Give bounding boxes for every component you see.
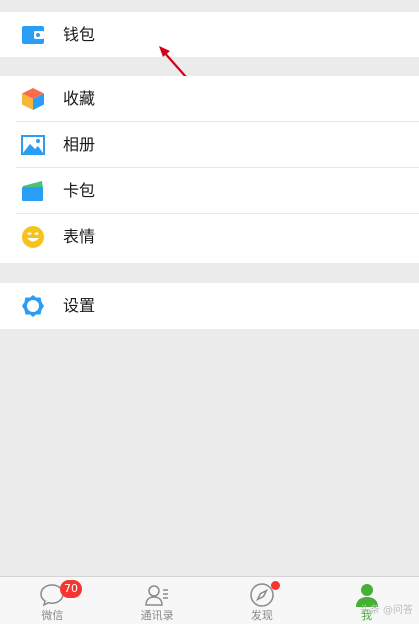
menu-item-settings[interactable]: 设置 — [0, 283, 419, 329]
tab-contacts-label: 通讯录 — [140, 609, 174, 622]
menu-item-stickers[interactable]: 表情 — [0, 214, 419, 260]
menu-item-album-label: 相册 — [63, 135, 96, 154]
discover-notification-dot — [271, 581, 280, 590]
menu-item-settings-label: 设置 — [63, 296, 96, 315]
card-icon — [21, 179, 45, 203]
tab-chats[interactable]: 微信 — [0, 577, 105, 624]
wallet-group: 钱包 — [0, 12, 419, 57]
contacts-icon — [144, 582, 170, 608]
features-group: 收藏 相册 卡包 表情 — [0, 76, 419, 263]
tab-chats-label: 微信 — [41, 609, 64, 622]
menu-item-album[interactable]: 相册 — [0, 122, 419, 168]
bottom-tab-bar: 微信 通讯录 发现 我 70 头条 @问答 — [0, 576, 419, 624]
gear-icon — [21, 294, 45, 318]
menu-item-favorites[interactable]: 收藏 — [0, 76, 419, 122]
menu-item-favorites-label: 收藏 — [63, 89, 96, 108]
menu-item-stickers-label: 表情 — [63, 227, 96, 246]
tab-discover-label: 发现 — [250, 609, 273, 622]
menu-item-wallet[interactable]: 钱包 — [0, 12, 419, 57]
photo-icon — [21, 133, 45, 157]
cube-icon — [21, 87, 45, 111]
unread-badge: 70 — [60, 580, 82, 598]
menu-item-cards[interactable]: 卡包 — [0, 168, 419, 214]
tab-contacts[interactable]: 通讯录 — [105, 577, 210, 624]
menu-item-wallet-label: 钱包 — [63, 24, 96, 44]
tab-discover[interactable]: 发现 — [210, 577, 315, 624]
watermark: 头条 @问答 — [359, 605, 413, 616]
tab-me[interactable]: 我 — [314, 577, 419, 624]
menu-item-cards-label: 卡包 — [63, 181, 96, 200]
smiley-icon — [21, 225, 45, 249]
wallet-icon — [21, 23, 45, 47]
settings-group: 设置 — [0, 283, 419, 329]
